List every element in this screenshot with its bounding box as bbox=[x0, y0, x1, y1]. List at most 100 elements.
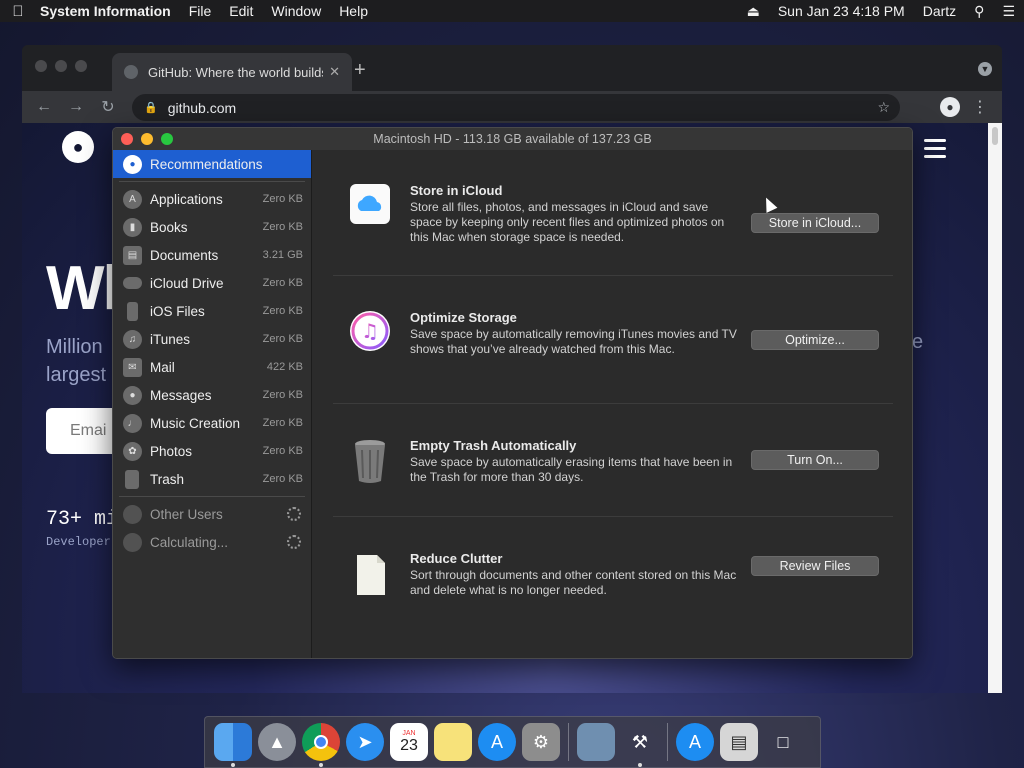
launchpad-icon[interactable]: ▲ bbox=[258, 723, 296, 761]
profile-avatar-icon[interactable]: ● bbox=[940, 97, 960, 117]
sidebar-item-size: Zero KB bbox=[262, 305, 303, 317]
svg-text:♫: ♫ bbox=[361, 319, 379, 343]
sidebar-item-icloud-drive[interactable]: iCloud Drive Zero KB bbox=[113, 269, 311, 297]
lock-icon[interactable]: 🔒 bbox=[144, 101, 158, 114]
sidebar-item-label: Music Creation bbox=[150, 415, 241, 431]
apple-menu-icon[interactable]:  bbox=[0, 3, 36, 20]
sidebar-item-size: Zero KB bbox=[262, 473, 303, 485]
browser-menu-icon[interactable]: ⋮ bbox=[972, 97, 988, 117]
new-tab-button[interactable]: + bbox=[354, 59, 366, 82]
photos-flower-icon: ✿ bbox=[123, 441, 142, 461]
chrome-icon[interactable] bbox=[302, 723, 340, 767]
menu-user[interactable]: Dartz bbox=[914, 3, 965, 19]
address-bar[interactable]: 🔒 github.com ☆ bbox=[132, 94, 900, 121]
store-in-icloud-button[interactable]: Store in iCloud... bbox=[751, 213, 879, 233]
menu-file[interactable]: File bbox=[180, 3, 221, 19]
tab-title: GitHub: Where the world builds software bbox=[148, 64, 323, 80]
minimize-button[interactable] bbox=[141, 133, 153, 145]
file-document-icon[interactable]: ▤ bbox=[720, 723, 758, 761]
eject-icon[interactable]: ⏏ bbox=[738, 3, 769, 20]
recommendation-title: Store in iCloud bbox=[410, 183, 503, 198]
sidebar-item-applications[interactable]: A Applications Zero KB bbox=[113, 185, 311, 213]
tab-strip: GitHub: Where the world builds software … bbox=[22, 45, 1002, 91]
turn-on-button[interactable]: Turn On... bbox=[751, 450, 879, 470]
calendar-month: JAN bbox=[402, 729, 416, 737]
close-window-button[interactable] bbox=[35, 60, 47, 72]
url-text: github.com bbox=[167, 99, 237, 116]
document-icon: ▤ bbox=[123, 245, 142, 265]
zoom-window-button[interactable] bbox=[75, 60, 87, 72]
system-information-icon[interactable]: ⚒ bbox=[621, 723, 659, 767]
menu-clock[interactable]: Sun Jan 23 4:18 PM bbox=[769, 3, 914, 19]
recommendation-empty-trash: Empty Trash Automatically Save space by … bbox=[333, 438, 891, 508]
sidebar-item-size: Zero KB bbox=[262, 417, 303, 429]
running-indicator bbox=[638, 763, 642, 767]
recommendation-title: Empty Trash Automatically bbox=[410, 438, 577, 453]
safari-compass-icon[interactable]: ➤ bbox=[346, 723, 384, 761]
message-bubble-icon: ● bbox=[123, 385, 142, 405]
notes-icon[interactable] bbox=[434, 723, 472, 761]
sidebar-item-ios-files[interactable]: iOS Files Zero KB bbox=[113, 297, 311, 325]
spotlight-search-icon[interactable]: ⚲ bbox=[965, 3, 993, 20]
sidebar-item-size: Zero KB bbox=[262, 445, 303, 457]
image-capture-icon[interactable] bbox=[577, 723, 615, 761]
close-button[interactable] bbox=[121, 133, 133, 145]
page-scrollbar[interactable] bbox=[988, 123, 1002, 693]
sidebar-item-photos[interactable]: ✿ Photos Zero KB bbox=[113, 437, 311, 465]
itunes-icon: ♫ bbox=[349, 310, 391, 352]
sidebar-item-label: Photos bbox=[150, 443, 193, 459]
tab-search-icon[interactable]: ▼ bbox=[978, 62, 992, 76]
back-button[interactable]: ← bbox=[28, 98, 60, 116]
sidebar-item-music-creation[interactable]: ♩ Music Creation Zero KB bbox=[113, 409, 311, 437]
sidebar-item-label: Mail bbox=[150, 359, 175, 375]
menu-app-name[interactable]: System Information bbox=[36, 3, 180, 19]
app-store-icon[interactable]: A bbox=[478, 723, 516, 761]
document-icon bbox=[349, 551, 391, 595]
sidebar-item-itunes[interactable]: ♫ iTunes Zero KB bbox=[113, 325, 311, 353]
minimize-window-button[interactable] bbox=[55, 60, 67, 72]
menu-bar-extras: ⏏ Sun Jan 23 4:18 PM Dartz ⚲ ☰ bbox=[738, 3, 1024, 20]
close-tab-icon[interactable]: ✕ bbox=[329, 64, 340, 80]
hero-subtitle-line-2: largest bbox=[46, 364, 107, 386]
bookmark-star-icon[interactable]: ☆ bbox=[877, 99, 890, 116]
github-logo-icon[interactable]: ● bbox=[62, 131, 94, 163]
sidebar-item-size: Zero KB bbox=[262, 193, 303, 205]
sidebar-item-trash[interactable]: Trash Zero KB bbox=[113, 465, 311, 493]
recommendation-icloud: Store in iCloud Store all files, photos,… bbox=[333, 183, 891, 253]
sidebar-item-calculating[interactable]: Calculating... bbox=[113, 528, 311, 556]
sidebar-item-label: Applications bbox=[150, 191, 223, 207]
recommendation-title: Optimize Storage bbox=[410, 310, 517, 325]
system-preferences-gear-icon[interactable]: ⚙ bbox=[522, 723, 560, 761]
zoom-button[interactable] bbox=[161, 133, 173, 145]
sidebar-item-mail[interactable]: ✉ Mail 422 KB bbox=[113, 353, 311, 381]
hamburger-menu-icon[interactable] bbox=[924, 139, 946, 163]
sidebar-item-books[interactable]: ▮ Books Zero KB bbox=[113, 213, 311, 241]
mail-icon: ✉ bbox=[123, 357, 142, 377]
menu-edit[interactable]: Edit bbox=[220, 3, 262, 19]
recommendation-description: Store all files, photos, and messages in… bbox=[410, 200, 725, 244]
trash-can-icon[interactable]: □ bbox=[764, 723, 802, 761]
sidebar-item-size: Zero KB bbox=[262, 333, 303, 345]
loading-spinner-icon bbox=[287, 507, 301, 521]
scrollbar-thumb[interactable] bbox=[992, 127, 998, 145]
sidebar-item-other-users[interactable]: Other Users bbox=[113, 500, 311, 528]
system-information-window: Macintosh HD - 113.18 GB available of 13… bbox=[112, 127, 913, 659]
lightbulb-icon: ● bbox=[123, 154, 142, 174]
cloud-icon bbox=[123, 277, 142, 289]
finder-icon[interactable] bbox=[214, 723, 252, 767]
review-files-button[interactable]: Review Files bbox=[751, 556, 879, 576]
sidebar-item-messages[interactable]: ● Messages Zero KB bbox=[113, 381, 311, 409]
window-title-bar: Macintosh HD - 113.18 GB available of 13… bbox=[113, 128, 912, 150]
sidebar-item-recommendations[interactable]: ● Recommendations bbox=[113, 150, 311, 178]
running-indicator bbox=[231, 763, 235, 767]
app-store-download-icon[interactable]: A bbox=[676, 723, 714, 761]
browser-tab[interactable]: GitHub: Where the world builds software … bbox=[112, 53, 352, 91]
sidebar-item-documents[interactable]: ▤ Documents 3.21 GB bbox=[113, 241, 311, 269]
menu-help[interactable]: Help bbox=[330, 3, 377, 19]
optimize-button[interactable]: Optimize... bbox=[751, 330, 879, 350]
menu-window[interactable]: Window bbox=[262, 3, 330, 19]
calendar-icon[interactable]: JAN 23 bbox=[390, 723, 428, 761]
reload-button[interactable]: ↻ bbox=[92, 97, 124, 117]
control-center-icon[interactable]: ☰ bbox=[993, 3, 1024, 20]
forward-button[interactable]: → bbox=[60, 98, 92, 116]
